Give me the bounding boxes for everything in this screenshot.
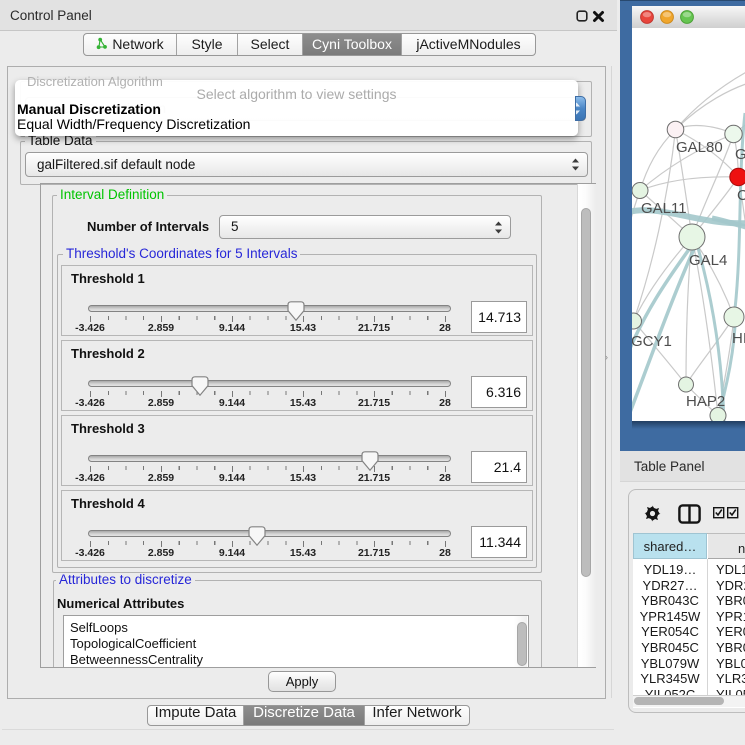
svg-text:GAL3: GAL3 bbox=[735, 146, 745, 163]
svg-text:HAP2: HAP2 bbox=[686, 393, 725, 410]
svg-text:GAL11: GAL11 bbox=[641, 200, 687, 217]
svg-text:GAL80: GAL80 bbox=[676, 139, 723, 156]
svg-text:CRP1: CRP1 bbox=[737, 187, 745, 204]
svg-text:HIS4: HIS4 bbox=[732, 330, 745, 347]
svg-text:GAL4: GAL4 bbox=[689, 252, 727, 269]
svg-text:GCY1: GCY1 bbox=[632, 333, 672, 350]
